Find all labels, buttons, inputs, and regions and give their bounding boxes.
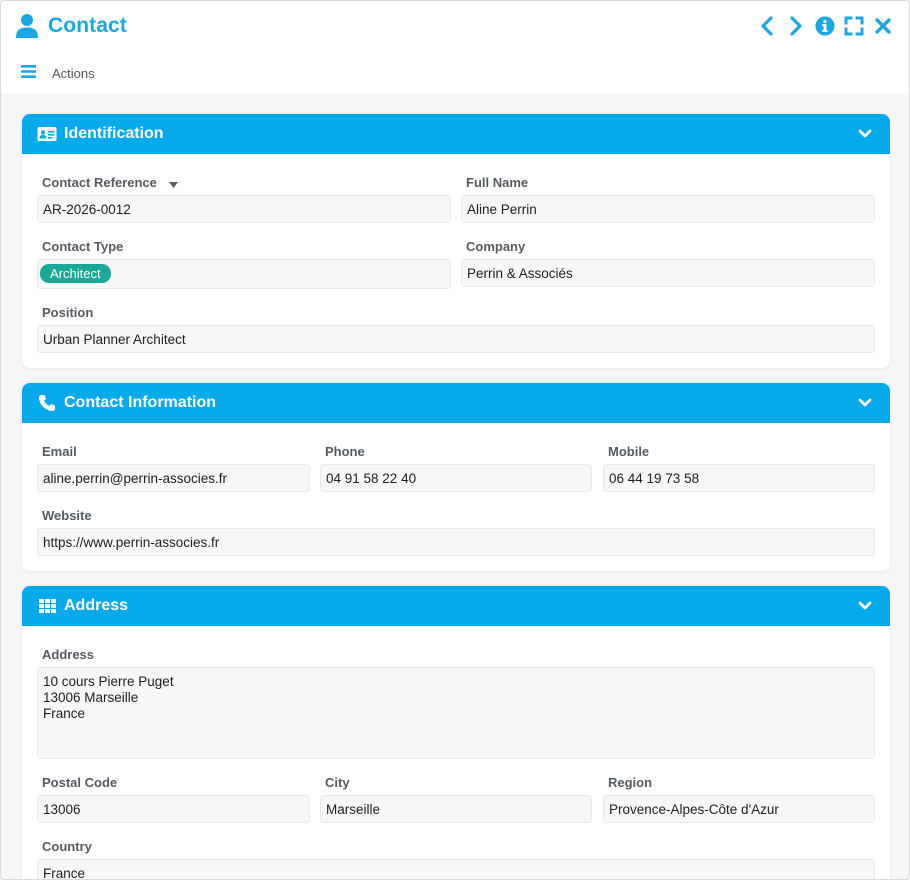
- email-label: Email: [42, 444, 77, 459]
- address-label: Address: [42, 647, 95, 662]
- region-label: Region: [608, 775, 653, 790]
- contact-type-label: Contact Type: [42, 239, 124, 254]
- city-field[interactable]: Marseille: [320, 795, 592, 823]
- window-controls: [757, 15, 893, 37]
- full-name-field[interactable]: Aline Perrin: [461, 195, 875, 223]
- position-label: Position: [42, 305, 94, 320]
- position-field[interactable]: Urban Planner Architect: [37, 325, 875, 353]
- user-icon: [15, 13, 39, 39]
- actions-label[interactable]: Actions: [52, 66, 95, 81]
- email-field[interactable]: aline.perrin@perrin-associes.fr: [37, 464, 310, 492]
- id-card-icon: [36, 124, 58, 144]
- chevron-down-icon[interactable]: [858, 395, 872, 411]
- mobile-label: Mobile: [608, 444, 650, 459]
- region-field[interactable]: Provence-Alpes-Côte d'Azur: [603, 795, 875, 823]
- title-group: Contact: [15, 13, 127, 39]
- chevron-down-icon[interactable]: [858, 126, 872, 142]
- chevron-right-icon[interactable]: [786, 15, 806, 37]
- hamburger-icon[interactable]: [21, 65, 36, 81]
- company-label: Company: [466, 239, 526, 254]
- country-field[interactable]: France: [37, 859, 875, 879]
- website-field[interactable]: https://www.perrin-associes.fr: [37, 528, 875, 556]
- full-name-label: Full Name: [466, 175, 529, 190]
- company-field[interactable]: Perrin & Associés: [461, 259, 875, 287]
- window-header: Contact Actions: [1, 1, 909, 93]
- contact-information-panel-header[interactable]: Contact Information: [22, 383, 890, 423]
- identification-panel-header[interactable]: Identification: [22, 114, 890, 154]
- contact-type-tag[interactable]: Architect: [40, 264, 111, 283]
- identification-panel: Identification Contact Reference AR-2026…: [22, 114, 890, 368]
- address-panel: Address Address 10 cours Pierre Puget 13…: [22, 586, 890, 879]
- contact-information-panel: Contact Information Email aline.perrin@p…: [22, 383, 890, 571]
- postal-code-field[interactable]: 13006: [37, 795, 310, 823]
- identification-title: Identification: [64, 125, 164, 142]
- country-label: Country: [42, 839, 92, 854]
- contact-information-title: Contact Information: [64, 394, 216, 411]
- city-label: City: [325, 775, 350, 790]
- close-icon[interactable]: [873, 15, 893, 37]
- chevron-down-icon[interactable]: [858, 598, 872, 614]
- address-textarea[interactable]: 10 cours Pierre Puget 13006 Marseille Fr…: [37, 667, 875, 759]
- contact-reference-field[interactable]: AR-2026-0012: [37, 195, 451, 223]
- page-title: Contact: [48, 14, 127, 37]
- website-label: Website: [42, 508, 92, 523]
- contact-type-field[interactable]: Architect: [37, 259, 451, 289]
- phone-icon: [36, 393, 58, 413]
- info-icon[interactable]: [815, 15, 835, 37]
- contact-reference-label[interactable]: Contact Reference: [42, 175, 178, 191]
- phone-label: Phone: [325, 444, 365, 459]
- phone-field[interactable]: 04 91 58 22 40: [320, 464, 592, 492]
- table-icon: [36, 596, 58, 616]
- address-title: Address: [64, 597, 129, 614]
- address-panel-header[interactable]: Address: [22, 586, 890, 626]
- chevron-left-icon[interactable]: [757, 15, 777, 37]
- contact-window: Contact Actions Identification Contact R…: [0, 0, 910, 880]
- postal-code-label: Postal Code: [42, 775, 118, 790]
- actions-menu[interactable]: Actions: [21, 65, 95, 81]
- expand-icon[interactable]: [844, 15, 864, 37]
- caret-down-icon[interactable]: [168, 176, 178, 191]
- mobile-field[interactable]: 06 44 19 73 58: [603, 464, 875, 492]
